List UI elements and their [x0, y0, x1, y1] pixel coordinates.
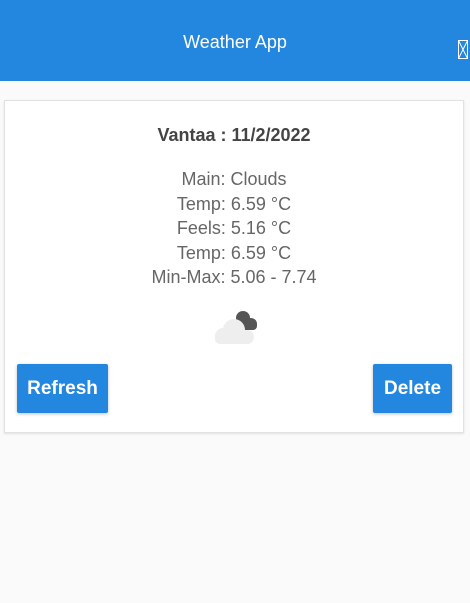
app-title: Weather App — [183, 32, 287, 52]
refresh-button[interactable]: Refresh — [17, 364, 108, 413]
feels-like: Feels: 5.16 °C — [176, 218, 292, 238]
temperature-repeat: Temp: 6.59 °C — [176, 242, 292, 263]
delete-button[interactable]: Delete — [373, 364, 452, 413]
main-condition: Main: Clouds — [181, 169, 287, 189]
broken-clouds-icon — [207, 306, 265, 346]
broken-image-icon[interactable] — [458, 40, 468, 59]
city-date-title: Vantaa : 11/2/2022 — [157, 125, 311, 145]
temperature: Temp: 6.59 °C — [176, 193, 292, 214]
weather-card: Vantaa : 11/2/2022 Main: Clouds Temp: 6.… — [4, 100, 464, 433]
min-max: Min-Max: 5.06 - 7.74 — [151, 267, 317, 287]
weather-details: Main: Clouds Temp: 6.59 °C Feels: 5.16 °… — [5, 167, 463, 290]
app-header: Weather App — [0, 0, 470, 81]
